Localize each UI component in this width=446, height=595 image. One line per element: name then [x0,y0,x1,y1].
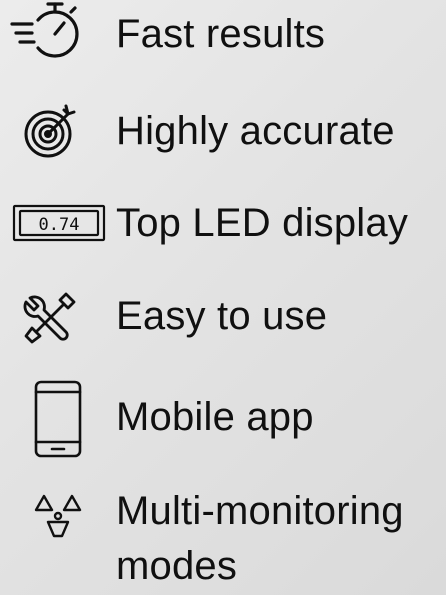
feature-item-mobile-app: Mobile app [0,376,446,458]
feature-label: Multi-monitoring modes [116,489,404,588]
smartphone-icon [8,376,104,458]
feature-item-fast-results: Fast results [0,0,446,70]
tools-icon [8,284,104,348]
feature-label: Mobile app [116,395,314,439]
feature-item-top-led-display: 0.74 Top LED display [0,194,446,254]
led-display-icon: 0.74 [8,194,106,258]
feature-label: Easy to use [116,294,328,338]
stopwatch-icon [8,0,104,64]
feature-list: Fast results Highly accurate 0.74 Top LE… [0,0,446,595]
feature-item-multi-monitoring-modes: Multi-monitoring modes [0,484,446,595]
feature-item-highly-accurate: Highly accurate [0,100,446,164]
led-display-text: 0.74 [39,215,80,235]
feature-label: Highly accurate [116,109,395,153]
target-icon [8,100,104,164]
radiation-icon [8,484,104,548]
feature-label: Fast results [116,12,326,56]
feature-item-easy-to-use: Easy to use [0,284,446,348]
feature-label: Top LED display [116,201,409,245]
